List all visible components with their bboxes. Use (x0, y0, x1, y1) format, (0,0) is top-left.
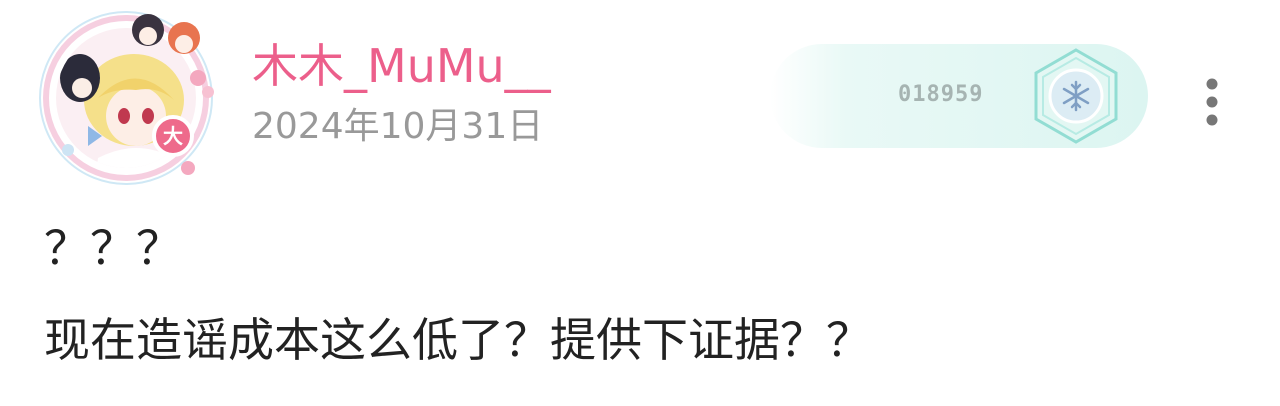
comment-text: ？？？ 现在造谣成本这么低了？提供下证据？？ (44, 216, 1244, 372)
username[interactable]: 木木_MuMu__ (252, 38, 551, 94)
avatar[interactable]: 大 (38, 8, 220, 190)
comment-line: 现在造谣成本这么低了？提供下证据？？ (44, 313, 872, 367)
comment-line: ？？？ (44, 221, 182, 275)
more-button[interactable] (1190, 70, 1234, 134)
snowflake-hexagon-icon (1024, 44, 1128, 148)
more-vertical-icon (1206, 78, 1218, 126)
avatar-image (39, 11, 214, 185)
fan-medal[interactable]: 018959 (770, 44, 1148, 148)
avatar-badge: 大 (152, 115, 194, 157)
post-date: 2024年10月31日 (252, 106, 544, 147)
medal-number: 018959 (898, 82, 984, 107)
